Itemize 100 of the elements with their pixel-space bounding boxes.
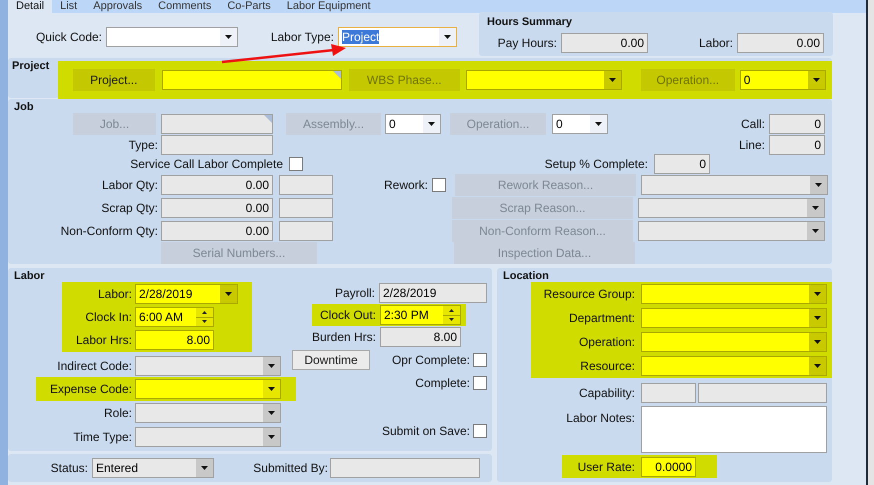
field-label: Clock Out:	[320, 307, 376, 324]
dropdown[interactable]	[135, 403, 281, 423]
caret-down-icon	[815, 182, 822, 186]
tab[interactable]: Comments	[150, 0, 220, 13]
dropdown[interactable]: Project	[338, 26, 457, 46]
field-label: Labor:	[96, 286, 132, 303]
checkbox[interactable]	[289, 157, 303, 171]
time-spinner[interactable]: 2:30 PM	[380, 305, 461, 325]
dropdown[interactable]	[641, 332, 827, 352]
caret-down-icon	[268, 364, 275, 368]
caret-down-icon	[225, 292, 232, 296]
caret-down-icon	[608, 78, 616, 82]
input-field[interactable]	[161, 114, 273, 134]
tab[interactable]: Detail	[8, 0, 52, 13]
dropdown[interactable]	[641, 284, 827, 304]
input-field[interactable]	[279, 198, 333, 218]
input-field[interactable]	[641, 406, 827, 453]
dropdown[interactable]: 2/28/2019	[135, 284, 238, 304]
dropdown[interactable]	[638, 198, 825, 218]
dropdown[interactable]	[641, 174, 828, 194]
input-field[interactable]: 0.00	[561, 33, 648, 53]
field-label: Indirect Code:	[56, 358, 132, 375]
input-field[interactable]: 0.00	[737, 33, 824, 53]
caret-down-icon	[812, 228, 819, 232]
field-label: Labor Notes:	[565, 410, 635, 427]
field-label: User Rate:	[576, 458, 635, 476]
input-field[interactable]	[698, 383, 827, 403]
input-field[interactable]: 0	[769, 135, 825, 155]
section-title: Hours Summary	[487, 15, 573, 29]
input-field[interactable]	[330, 458, 480, 478]
form-button[interactable]: Project...	[72, 69, 155, 91]
dropdown[interactable]: 0	[552, 114, 608, 134]
field-label: Resource:	[579, 358, 635, 375]
field-label: Role:	[102, 405, 132, 422]
field-label: Quick Code:	[34, 28, 102, 46]
dropdown[interactable]	[135, 356, 281, 376]
field-label: Labor:	[698, 35, 733, 52]
field-label: Complete:	[415, 375, 470, 392]
caret-down-icon	[812, 78, 820, 82]
checkbox[interactable]	[473, 353, 487, 367]
field-label: Clock In:	[84, 309, 132, 326]
field-label: Setup % Complete:	[544, 156, 648, 173]
caret-down-icon	[814, 364, 821, 368]
input-field[interactable]: 0	[769, 114, 825, 134]
field-label: Scrap Qty:	[100, 200, 158, 216]
dropdown[interactable]	[641, 356, 827, 376]
dropdown[interactable]	[466, 70, 622, 90]
tab[interactable]: Co-Parts	[219, 0, 279, 13]
caret-down-icon	[268, 387, 275, 391]
dropdown[interactable]	[641, 308, 827, 328]
caret-down-icon	[201, 466, 208, 470]
input-field[interactable]	[279, 174, 333, 194]
down-arrow-icon	[202, 320, 207, 324]
field-label: Call:	[740, 116, 765, 133]
input-field[interactable]: 0.00	[161, 174, 273, 194]
field-label: Status:	[50, 460, 88, 477]
input-field[interactable]: 0.00	[161, 220, 273, 240]
up-arrow-icon	[449, 308, 454, 312]
dropdown[interactable]: 0	[385, 114, 441, 134]
input-field[interactable]	[162, 70, 342, 90]
dropdown[interactable]: Entered	[92, 458, 214, 478]
caret-down-icon	[814, 292, 821, 296]
dropdown[interactable]: 0	[740, 70, 826, 90]
dropdown[interactable]	[638, 220, 825, 240]
dropdown[interactable]	[106, 26, 238, 46]
tab[interactable]: List	[52, 0, 86, 13]
input-field[interactable]	[279, 220, 333, 240]
input-field[interactable]	[641, 383, 696, 403]
spin-up-button[interactable]	[196, 308, 213, 318]
input-field[interactable]	[161, 135, 273, 155]
input-field[interactable]: 2/28/2019	[379, 283, 487, 303]
input-field[interactable]: 0	[654, 154, 710, 174]
section-title: Project	[12, 60, 50, 72]
caret-down-icon	[268, 411, 275, 415]
field-label: Labor Qty:	[100, 176, 158, 194]
caret-down-icon	[814, 316, 821, 320]
caret-down-icon	[225, 34, 232, 38]
form-button[interactable]: Downtime	[292, 350, 370, 370]
spin-up-button[interactable]	[443, 306, 460, 316]
corner-fold-icon	[264, 115, 272, 123]
checkbox[interactable]	[473, 376, 487, 390]
dropdown[interactable]	[135, 427, 281, 447]
dropdown[interactable]	[135, 379, 281, 399]
corner-fold-icon	[332, 71, 341, 79]
caret-down-icon	[812, 206, 819, 210]
field-label: Expense Code:	[48, 381, 132, 398]
input-field[interactable]: 0.0000	[641, 456, 696, 476]
field-label: Type:	[128, 137, 158, 154]
caret-down-icon	[268, 435, 275, 439]
checkbox[interactable]	[473, 424, 487, 438]
up-arrow-icon	[202, 310, 207, 314]
tab[interactable]: Approvals	[85, 0, 150, 13]
tab[interactable]: Labor Equipment	[278, 0, 379, 13]
field-label: Burden Hrs:	[312, 329, 376, 346]
input-field[interactable]: 8.00	[135, 330, 214, 350]
input-field[interactable]: 8.00	[380, 327, 461, 347]
input-field[interactable]: 0.00	[161, 198, 273, 218]
time-spinner[interactable]: 6:00 AM	[135, 307, 214, 327]
field-label: Payroll:	[334, 285, 375, 302]
checkbox[interactable]	[432, 178, 446, 192]
